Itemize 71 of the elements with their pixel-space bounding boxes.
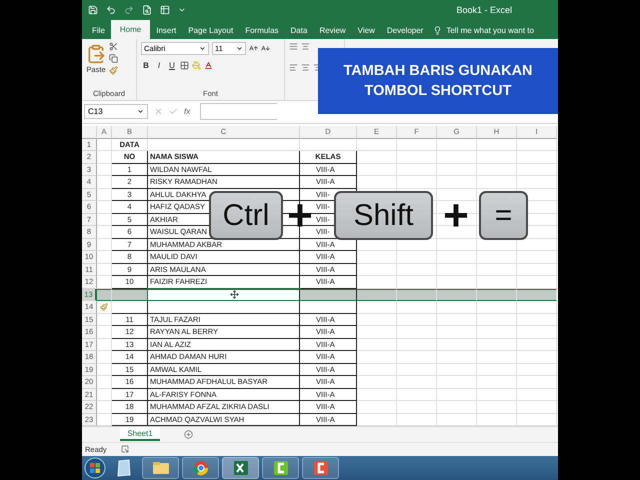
- scissors-icon[interactable]: [109, 42, 118, 52]
- dropdown-icon[interactable]: [137, 108, 144, 116]
- copy-icon[interactable]: [109, 54, 118, 64]
- table-cell[interactable]: [97, 288, 112, 302]
- tell-me-field[interactable]: Tell me what you want to: [433, 21, 534, 40]
- table-cell[interactable]: [357, 288, 397, 302]
- middle-align-icon[interactable]: [301, 42, 310, 52]
- table-cell[interactable]: [148, 288, 300, 302]
- grow-font-icon[interactable]: [249, 44, 258, 54]
- banner-text: TOMBOL SHORTCUT: [364, 83, 512, 99]
- paintbrush-icon[interactable]: [109, 66, 118, 76]
- table-cell[interactable]: [517, 288, 557, 302]
- dropdown-icon[interactable]: [199, 45, 206, 52]
- keyboard-key: Ctrl: [209, 191, 283, 240]
- ribbon-tab[interactable]: File: [86, 21, 111, 40]
- insert-options-icon[interactable]: [100, 302, 108, 311]
- browser-icon: [192, 460, 208, 476]
- taskbar-button[interactable]: [182, 456, 219, 479]
- table-cell[interactable]: [397, 288, 437, 302]
- borders-icon[interactable]: [180, 61, 189, 70]
- font-style-button[interactable]: B: [141, 61, 151, 70]
- keyboard-key: Shift: [334, 191, 433, 240]
- plus-sign: +: [442, 194, 470, 238]
- editor-icon: [312, 460, 328, 476]
- lightbulb-icon: [433, 26, 442, 35]
- cursor-icon[interactable]: [230, 290, 239, 300]
- undo-icon[interactable]: [106, 4, 116, 15]
- insert-function-button[interactable]: fx: [184, 107, 190, 116]
- shrink-font-icon[interactable]: [261, 44, 270, 54]
- table-cell[interactable]: [112, 301, 148, 314]
- font-color-icon[interactable]: [204, 61, 213, 70]
- ribbon-tab[interactable]: Home: [110, 20, 150, 40]
- save-icon[interactable]: [88, 4, 98, 15]
- align-left-icon[interactable]: [289, 63, 298, 72]
- recorder-icon: [272, 460, 288, 476]
- ribbon-tab[interactable]: View: [352, 21, 381, 40]
- table-cell[interactable]: [477, 288, 517, 302]
- align-center-icon[interactable]: [301, 63, 310, 72]
- ribbon-tab[interactable]: Formulas: [239, 21, 285, 40]
- taskbar-button[interactable]: [302, 456, 339, 479]
- ribbon-tab[interactable]: Data: [284, 21, 314, 40]
- fill-color-icon[interactable]: [192, 61, 201, 70]
- taskbar-button[interactable]: [262, 456, 299, 479]
- keyboard-key: =: [479, 191, 528, 240]
- redo-icon[interactable]: [124, 4, 134, 15]
- form-icon[interactable]: [160, 4, 170, 15]
- banner-text: TAMBAH BARIS GUNAKAN: [343, 63, 533, 79]
- sheet-tab[interactable]: Sheet1: [120, 427, 160, 442]
- start-button[interactable]: [84, 456, 106, 479]
- folder-icon: [152, 460, 170, 475]
- formula-field[interactable]: [200, 103, 278, 120]
- table-cell[interactable]: [300, 288, 357, 302]
- table-cell[interactable]: [300, 301, 357, 314]
- spreadsheet-icon: [232, 460, 248, 476]
- add-sheet-icon[interactable]: [184, 430, 193, 439]
- ribbon-tab[interactable]: Review: [313, 21, 352, 40]
- font-style-button[interactable]: U: [167, 61, 177, 70]
- table-cell[interactable]: [148, 301, 300, 314]
- print-preview-icon[interactable]: [142, 4, 152, 15]
- taskbar-button[interactable]: [142, 456, 179, 479]
- name-box[interactable]: C13: [84, 104, 148, 120]
- taskbar-button[interactable]: [222, 456, 259, 479]
- top-align-icon[interactable]: [289, 42, 298, 52]
- macro-record-icon[interactable]: [120, 445, 129, 454]
- font-style-button[interactable]: I: [154, 61, 164, 70]
- ribbon-tab[interactable]: Insert: [150, 21, 182, 40]
- ribbon-tab[interactable]: Developer: [380, 21, 430, 40]
- table-cell[interactable]: [437, 288, 477, 302]
- ribbon-tab[interactable]: Page Layout: [182, 21, 240, 40]
- window-title: Book1 - Excel: [456, 4, 512, 15]
- dropdown-icon[interactable]: [236, 45, 243, 52]
